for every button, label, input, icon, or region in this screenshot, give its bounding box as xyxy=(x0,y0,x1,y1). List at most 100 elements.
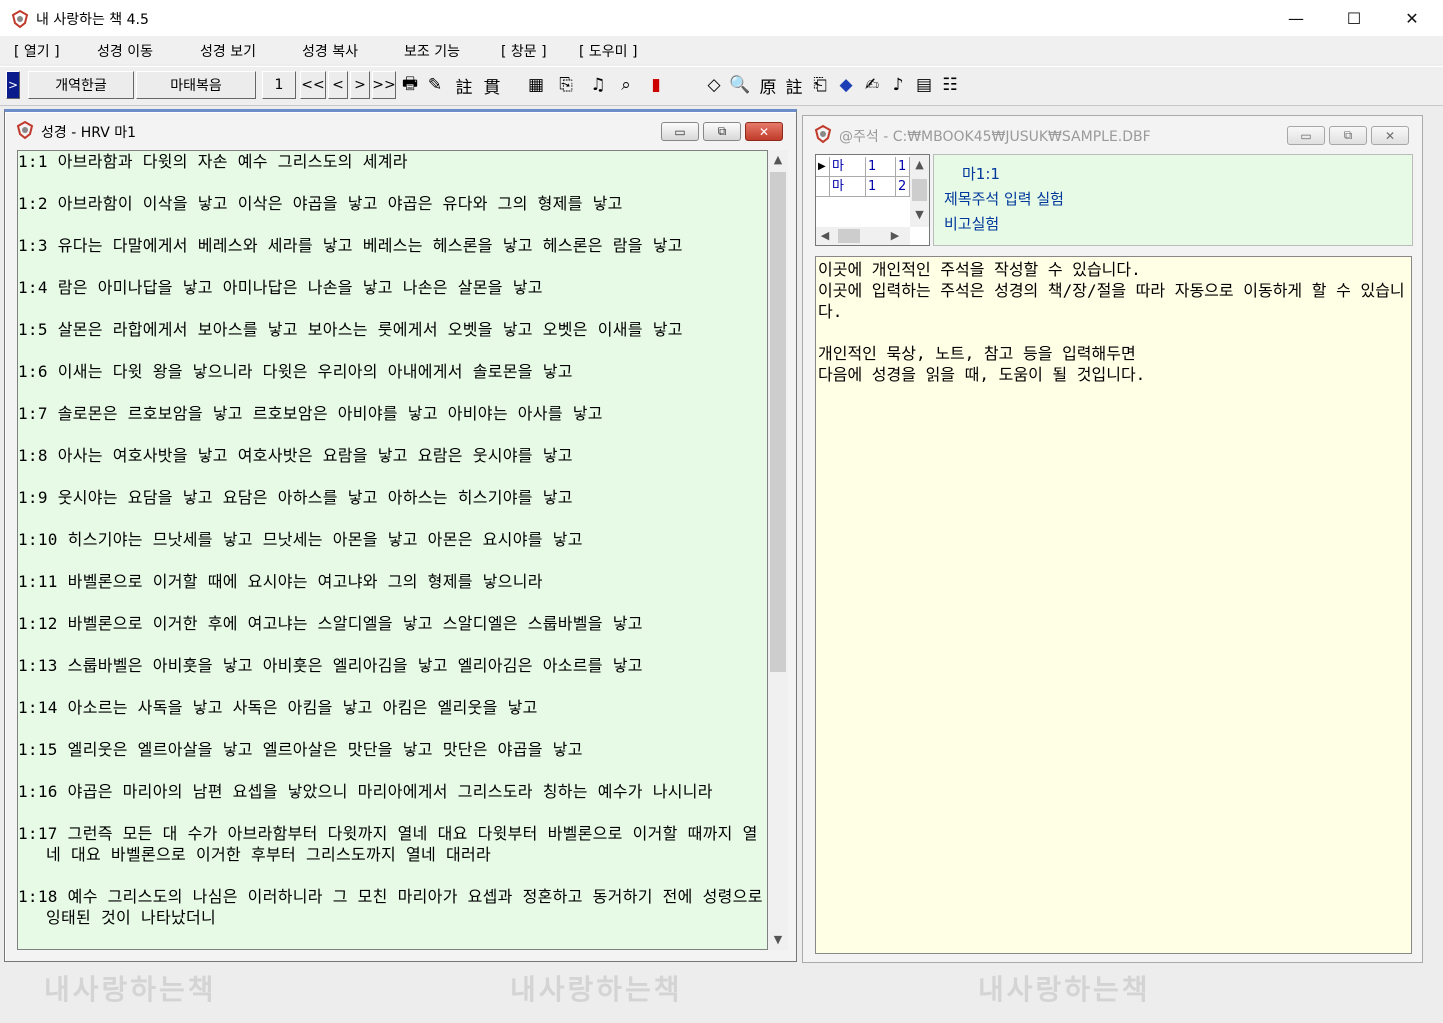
nav-last-button[interactable]: >> xyxy=(372,71,396,99)
audio-icon[interactable]: ♫ xyxy=(586,72,610,98)
verse-body: 유다는 다말에게서 베레스와 세라를 낳고 베레스는 헤스론을 낳고 헤스론은 … xyxy=(57,236,683,255)
scroll-thumb[interactable] xyxy=(838,229,860,243)
app-logo-icon xyxy=(11,9,29,29)
nav-first-button[interactable]: << xyxy=(300,71,326,99)
original-text-icon[interactable]: 原 xyxy=(756,72,780,98)
menu-help[interactable]: [ 도우미 ] xyxy=(579,41,637,61)
scroll-thumb[interactable] xyxy=(770,172,786,672)
commentary-icon[interactable]: 註 xyxy=(452,72,476,98)
verse-ref: 1:15 xyxy=(18,740,68,759)
scroll-down-icon[interactable]: ▼ xyxy=(768,930,788,950)
eraser-icon[interactable]: ◇ xyxy=(702,72,726,98)
pen-icon[interactable]: ✎ xyxy=(423,72,447,98)
nav-prev-button[interactable]: < xyxy=(328,71,348,99)
menu-window[interactable]: [ 창문 ] xyxy=(501,41,547,61)
scroll-left-icon[interactable]: ◀ xyxy=(816,226,834,246)
verse-row[interactable]: 1:1 아브라함과 다윗의 자손 예수 그리스도의 세계라 xyxy=(18,151,767,172)
copy-icon[interactable]: ⎘ xyxy=(554,72,578,98)
notes-index-grid[interactable]: ▶ 마 1 1 마 1 2 ▲ ▼ ◀ ▶ xyxy=(815,154,930,246)
note-editor[interactable]: 이곳에 개인적인 주석을 작성할 수 있습니다. 이곳에 입력하는 주석은 성경… xyxy=(815,256,1412,954)
bible-window-title: 성경 - HRV 마1 xyxy=(41,125,137,141)
bible-restore-button[interactable]: ⧉ xyxy=(703,122,741,141)
verse-list[interactable]: 1:1 아브라함과 다윗의 자손 예수 그리스도의 세계라 1:2 아브라함이 이… xyxy=(17,150,768,950)
verse-ref: 1:13 xyxy=(18,656,68,675)
verse-row[interactable]: 1:15 엘리웃은 엘르아살을 낳고 엘르아살은 맛단을 낳고 맛단은 야곱을 … xyxy=(18,739,767,760)
notes-minimize-button[interactable]: ▭ xyxy=(1287,126,1325,145)
calendar-icon[interactable]: ▤ xyxy=(912,72,936,98)
nav-next-button[interactable]: > xyxy=(350,71,370,99)
verse-ref: 1:7 xyxy=(18,404,58,423)
menu-tools[interactable]: 보조 기능 xyxy=(404,41,460,61)
note-remark-line: 비고실험 xyxy=(944,215,1000,233)
verse-row[interactable]: 1:10 히스기야는 므낫세를 낳고 므낫세는 아몬을 낳고 아몬은 요시야를 … xyxy=(18,529,767,550)
verse-row[interactable]: 1:7 솔로몬은 르호보암을 낳고 르호보암은 아비야를 낳고 아비야는 아사를… xyxy=(18,403,767,424)
verse-row[interactable]: 1:13 스룹바벨은 아비훗을 낳고 아비훗은 엘리아김을 낳고 엘리아김은 아… xyxy=(18,655,767,676)
verse-row[interactable]: 1:2 아브라함이 이삭을 낳고 이삭은 야곱을 낳고 야곱은 유다와 그의 형… xyxy=(18,193,767,214)
verse-ref: 1:8 xyxy=(18,446,58,465)
menu-bible-navigate[interactable]: 성경 이동 xyxy=(97,41,153,61)
sidebar-toggle-button[interactable]: > xyxy=(6,71,20,99)
chapter-field[interactable]: 1 xyxy=(262,71,296,99)
search-text-icon[interactable]: ⌕ xyxy=(614,72,638,98)
edit-icon[interactable]: ✍ xyxy=(860,72,884,98)
copy-notes-icon[interactable]: ⎗ xyxy=(808,72,832,98)
bible-minimize-button[interactable]: ▭ xyxy=(661,122,699,141)
notes-restore-button[interactable]: ⧉ xyxy=(1329,126,1367,145)
verse-row[interactable]: 1:6 이새는 다윗 왕을 낳으니라 다윗은 우리아의 아내에게서 솔로몬을 낳… xyxy=(18,361,767,382)
menu-bible-copy[interactable]: 성경 복사 xyxy=(302,41,358,61)
close-button[interactable]: ✕ xyxy=(1383,0,1441,36)
verse-text: 1:11 바벨론으로 이거할 때에 요시야는 여고냐와 그의 형제를 낳으니라 xyxy=(18,571,767,592)
maximize-button[interactable]: ☐ xyxy=(1325,0,1383,36)
verse-body: 바벨론으로 이거한 후에 여고냐는 스알디엘을 낳고 스알디엘은 스룹바벨을 낳… xyxy=(67,614,643,633)
book-select[interactable]: 마태복음 xyxy=(136,71,256,99)
verse-scrollbar[interactable]: ▲ ▼ xyxy=(768,150,788,950)
verse-ref: 1:10 xyxy=(18,530,68,549)
grid-vscroll[interactable]: ▲ ▼ xyxy=(910,155,929,227)
verse-text: 1:3 유다는 다말에게서 베레스와 세라를 낳고 베레스는 헤스론을 낳고 헤… xyxy=(18,235,767,256)
music-icon[interactable]: ♪ xyxy=(886,72,910,98)
toolbar: > 개역한글 마태복음 1 << < > >> 🖶 ✎ 註 貫 ▦ ⎘ ♫ ⌕ … xyxy=(0,66,1443,106)
verse-text: 1:18 예수 그리스도의 나심은 이러하니라 그 모친 마리아가 요셉과 정혼… xyxy=(18,886,767,928)
bookmark-icon[interactable]: ▮ xyxy=(644,72,668,98)
verse-row[interactable]: 1:16 야곱은 마리아의 남편 요셉을 낳았으니 마리아에게서 그리스도라 칭… xyxy=(18,781,767,802)
verse-text: 1:4 람은 아미나답을 낳고 아미나답은 나손을 낳고 나손은 살몬을 낳고 xyxy=(18,277,767,298)
verse-row[interactable]: 1:17 그런즉 모든 대 수가 아브라함부터 다윗까지 열네 대요 다윗부터 … xyxy=(18,823,767,865)
verse-ref: 1:1 xyxy=(18,152,58,171)
title-bar: 내 사랑하는 책 4.5 — ☐ ✕ xyxy=(0,0,1443,36)
translation-select[interactable]: 개역한글 xyxy=(28,71,134,99)
verse-row[interactable]: 1:14 아소르는 사독을 낳고 사독은 아킴을 낳고 아킴은 엘리웃을 낳고 xyxy=(18,697,767,718)
grid-hscroll[interactable]: ◀ ▶ xyxy=(816,227,910,245)
verse-ref: 1:5 xyxy=(18,320,58,339)
verse-ref: 1:14 xyxy=(18,698,68,717)
verse-row[interactable]: 1:5 살몬은 라합에게서 보아스를 낳고 보아스는 룻에게서 오벳을 낳고 오… xyxy=(18,319,767,340)
verse-row[interactable]: 1:11 바벨론으로 이거할 때에 요시야는 여고냐와 그의 형제를 낳으니라 xyxy=(18,571,767,592)
scroll-up-icon[interactable]: ▲ xyxy=(768,150,788,170)
scroll-thumb[interactable] xyxy=(912,179,927,201)
verse-row[interactable]: 1:18 예수 그리스도의 나심은 이러하니라 그 모친 마리아가 요셉과 정혼… xyxy=(18,886,767,928)
cross-reference-icon[interactable]: 貫 xyxy=(480,72,504,98)
print-icon[interactable]: 🖶 xyxy=(398,72,422,98)
diamond-icon[interactable]: ◆ xyxy=(834,72,858,98)
bible-close-button[interactable]: ✕ xyxy=(745,122,783,141)
verse-row[interactable]: 1:8 아사는 여호사밧을 낳고 여호사밧은 요람을 낳고 요람은 웃시야를 낳… xyxy=(18,445,767,466)
tree-icon[interactable]: ☷ xyxy=(938,72,962,98)
menu-bible-view[interactable]: 성경 보기 xyxy=(200,41,256,61)
note-reference-panel: 마1:1 제목주석 입력 실험 비고실험 xyxy=(933,154,1413,246)
verse-row[interactable]: 1:3 유다는 다말에게서 베레스와 세라를 낳고 베레스는 헤스론을 낳고 헤… xyxy=(18,235,767,256)
verse-row[interactable]: 1:12 바벨론으로 이거한 후에 여고냐는 스알디엘을 낳고 스알디엘은 스룹… xyxy=(18,613,767,634)
menu-open[interactable]: [ 열기 ] xyxy=(14,41,60,61)
scroll-right-icon[interactable]: ▶ xyxy=(886,226,904,246)
verse-body: 예수 그리스도의 나심은 이러하니라 그 모친 마리아가 요셉과 정혼하고 동거… xyxy=(46,887,763,927)
search-icon[interactable]: 🔍 xyxy=(728,72,752,98)
scroll-down-icon[interactable]: ▼ xyxy=(910,205,929,225)
note-icon[interactable]: 註 xyxy=(782,72,806,98)
verse-row[interactable]: 1:9 웃시야는 요담을 낳고 요담은 아하스를 낳고 아하스는 히스기야를 낳… xyxy=(18,487,767,508)
table-icon[interactable]: ▦ xyxy=(524,72,548,98)
verse-ref: 1:9 xyxy=(18,488,58,507)
verse-body: 이새는 다윗 왕을 낳으니라 다윗은 우리아의 아내에게서 솔로몬을 낳고 xyxy=(57,362,573,381)
minimize-button[interactable]: — xyxy=(1267,0,1325,36)
verse-row[interactable]: 1:4 람은 아미나답을 낳고 아미나답은 나손을 낳고 나손은 살몬을 낳고 xyxy=(18,277,767,298)
notes-close-button[interactable]: ✕ xyxy=(1371,126,1409,145)
verse-body: 야곱은 마리아의 남편 요셉을 낳았으니 마리아에게서 그리스도라 칭하는 예수… xyxy=(67,782,713,801)
scroll-up-icon[interactable]: ▲ xyxy=(910,155,929,175)
